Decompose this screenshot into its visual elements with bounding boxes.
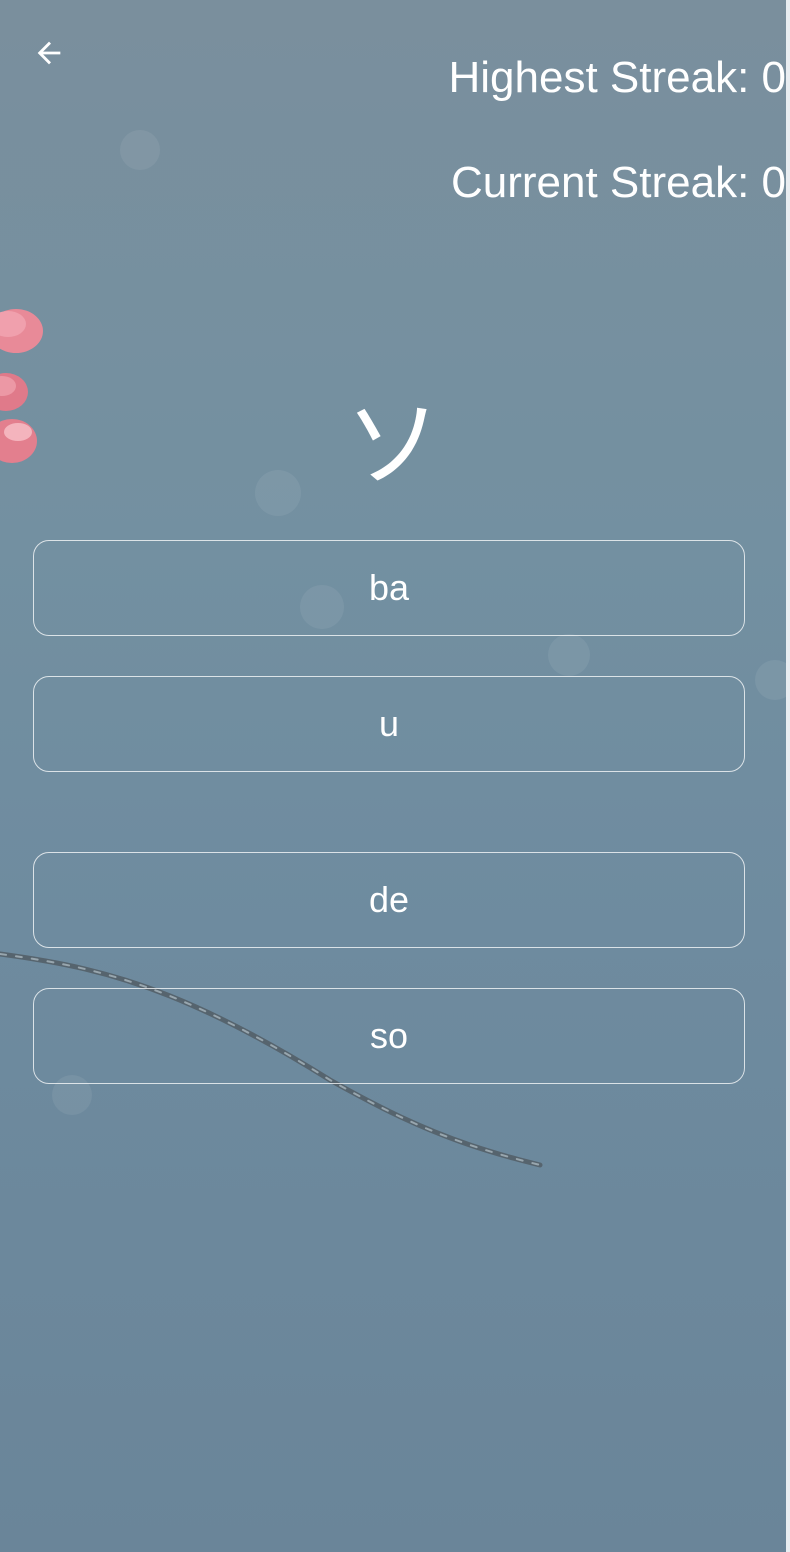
answer-option-button[interactable]: u: [33, 676, 745, 772]
answer-option-button[interactable]: de: [33, 852, 745, 948]
back-button[interactable]: [26, 30, 72, 76]
window-edge: [786, 0, 790, 1552]
highest-streak-label: Highest Streak: 0: [448, 53, 787, 102]
bokeh-dot: [120, 130, 160, 170]
bokeh-dot: [548, 634, 590, 676]
quiz-screen: Highest Streak: 0 Current Streak: 0 ソ ba…: [0, 0, 786, 1552]
arrow-left-icon: [37, 41, 61, 65]
background-image: [0, 309, 543, 1168]
current-streak-label: Current Streak: 0: [450, 158, 786, 207]
answer-option-button[interactable]: so: [33, 988, 745, 1084]
answer-option-button[interactable]: ba: [33, 540, 745, 636]
kana-character: ソ: [345, 389, 441, 501]
